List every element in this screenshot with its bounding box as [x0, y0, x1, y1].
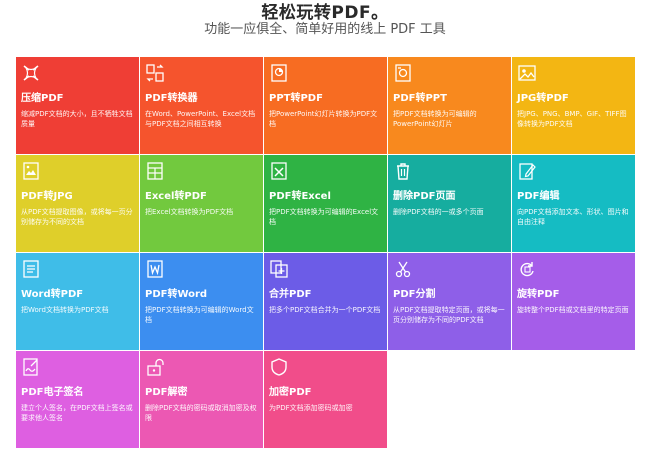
tool-description: 把JPG、PNG、BMP、GIF、TIFF图像转换为PDF文档	[517, 110, 627, 128]
tool-name: PDF转Word	[145, 289, 208, 300]
page-title: 轻松玩转PDF。	[261, 3, 389, 23]
tool-tile-2[interactable]: PPT转PDF 把PowerPoint幻灯片转换为PDF文档	[264, 57, 388, 154]
tool-description: 向PDF文档添加文本、形状、图片和自由注释	[517, 208, 629, 226]
tool-description: 把PDF文档转换为可编辑的PowerPoint幻灯片	[393, 110, 477, 128]
tool-description: 为PDF文档添加密码或加密	[269, 404, 353, 412]
page: 轻松玩转PDF。 功能一应俱全、简单好用的线上 PDF 工具 压缩PDF 缩减PD…	[0, 0, 650, 461]
rotate-icon	[517, 259, 537, 279]
tool-description: 把多个PDF文档合并为一个PDF文档	[269, 306, 381, 314]
tool-name: Word转PDF	[21, 289, 84, 300]
tool-description: 从PDF文档提取图像，或将每一页分别储存为不同的文档	[21, 208, 133, 226]
tool-tile-12[interactable]: 合并PDF 把多个PDF文档合并为一个PDF文档	[264, 253, 388, 350]
tool-description: 删除PDF文档的密码或取消加密及权限	[145, 404, 257, 422]
tool-name: 加密PDF	[269, 387, 312, 398]
tool-name: PDF转PPT	[393, 93, 447, 104]
tool-tile-7[interactable]: PDF转Excel 把PDF文档转换为可编辑的Excel文档	[264, 155, 388, 252]
tool-tile-6[interactable]: Excel转PDF 把Excel文档转换为PDF文档	[140, 155, 264, 252]
tool-tile-9[interactable]: PDF编辑向PDF文档添加文本、形状、图片和自由注释	[512, 155, 636, 252]
shield-icon	[269, 357, 289, 377]
compress-icon	[21, 63, 41, 83]
tool-name: PDF电子签名	[21, 387, 84, 398]
tool-name: 删除PDF页面	[393, 191, 456, 202]
page-subtitle: 功能一应俱全、简单好用的线上 PDF 工具	[204, 22, 446, 37]
tool-tile-1[interactable]: PDF转换器在Word、PowerPoint、Excel文档与PDF文档之间相互…	[140, 57, 264, 154]
trash-icon	[393, 161, 413, 181]
tool-tile-3[interactable]: PDF转PPT 把PDF文档转换为可编辑的PowerPoint幻灯片	[388, 57, 512, 154]
tool-name: Excel转PDF	[145, 191, 207, 202]
tool-description: 把Excel文档转换为PDF文档	[145, 208, 234, 216]
pdf-to-ppt-icon	[393, 63, 413, 83]
tool-description: 缩减PDF文档的大小，且不牺牲文档质量	[21, 110, 133, 128]
tool-description: 删除PDF文档的一或多个页面	[393, 208, 484, 216]
word-icon	[21, 259, 41, 279]
tool-name: PDF转换器	[145, 93, 198, 104]
tool-tile-10[interactable]: Word转PDF 把Word文档转换为PDF文档	[16, 253, 140, 350]
tool-tile-5[interactable]: PDF转JPG 从PDF文档提取图像，或将每一页分别储存为不同的文档	[16, 155, 140, 252]
ppt-icon	[269, 63, 289, 83]
tool-description: 建立个人签名，在PDF文档上签名或要求他人签名	[21, 404, 133, 422]
tool-tile-13[interactable]: PDF分割从PDF文档提取特定页面，或将每一页分别储存为不同的PDF文档	[388, 253, 512, 350]
tool-description: 在Word、PowerPoint、Excel文档与PDF文档之间相互转换	[145, 110, 256, 128]
tool-tile-14[interactable]: 旋转PDF 旋转整个PDF档或文档里的特定页面	[512, 253, 636, 350]
tool-name: 合并PDF	[269, 289, 312, 300]
tool-name: PDF转Excel	[269, 191, 331, 202]
tool-description: 把Word文档转换为PDF文档	[21, 306, 109, 314]
tool-tile-15[interactable]: PDF电子签名建立个人签名，在PDF文档上签名或要求他人签名	[16, 351, 140, 448]
tool-name: PDF转JPG	[21, 191, 73, 202]
pdf-to-word-icon	[145, 259, 165, 279]
tool-description: 从PDF文档提取特定页面，或将每一页分别储存为不同的PDF文档	[393, 306, 505, 324]
tool-name: PPT转PDF	[269, 93, 323, 104]
excel-icon	[145, 161, 165, 181]
edit-icon	[517, 161, 537, 181]
tool-name: 旋转PDF	[517, 289, 560, 300]
tool-tile-0[interactable]: 压缩PDF 缩减PDF文档的大小，且不牺牲文档质量	[16, 57, 140, 154]
tool-description: 旋转整个PDF档或文档里的特定页面	[517, 306, 629, 314]
tool-name: JPG转PDF	[517, 93, 569, 104]
tool-name: PDF解密	[145, 387, 188, 398]
scissors-icon	[393, 259, 413, 279]
unlock-icon	[145, 357, 165, 377]
tool-name: PDF编辑	[517, 191, 560, 202]
convert-icon	[145, 63, 165, 83]
tool-tile-17[interactable]: 加密PDF 为PDF文档添加密码或加密	[264, 351, 388, 448]
pdf-to-excel-icon	[269, 161, 289, 181]
tool-description: 把PDF文档转换为可编辑的Word文档	[145, 306, 254, 324]
tool-name: 压缩PDF	[21, 93, 64, 104]
tool-description: 把PowerPoint幻灯片转换为PDF文档	[269, 110, 378, 128]
tool-tile-8[interactable]: 删除PDF页面删除PDF文档的一或多个页面	[388, 155, 512, 252]
tool-tile-4[interactable]: JPG转PDF 把JPG、PNG、BMP、GIF、TIFF图像转换为PDF文档	[512, 57, 636, 154]
tool-name: PDF分割	[393, 289, 436, 300]
signature-icon	[21, 357, 41, 377]
image-icon	[517, 63, 537, 83]
tool-tile-11[interactable]: PDF转Word 把PDF文档转换为可编辑的Word文档	[140, 253, 264, 350]
pdf-to-image-icon	[21, 161, 41, 181]
merge-icon	[269, 259, 289, 279]
tool-tile-16[interactable]: PDF解密删除PDF文档的密码或取消加密及权限	[140, 351, 264, 448]
tool-grid: 压缩PDF 缩减PDF文档的大小，且不牺牲文档质量 PDF转换器在Word、Powe…	[16, 57, 636, 450]
tool-description: 把PDF文档转换为可编辑的Excel文档	[269, 208, 379, 226]
